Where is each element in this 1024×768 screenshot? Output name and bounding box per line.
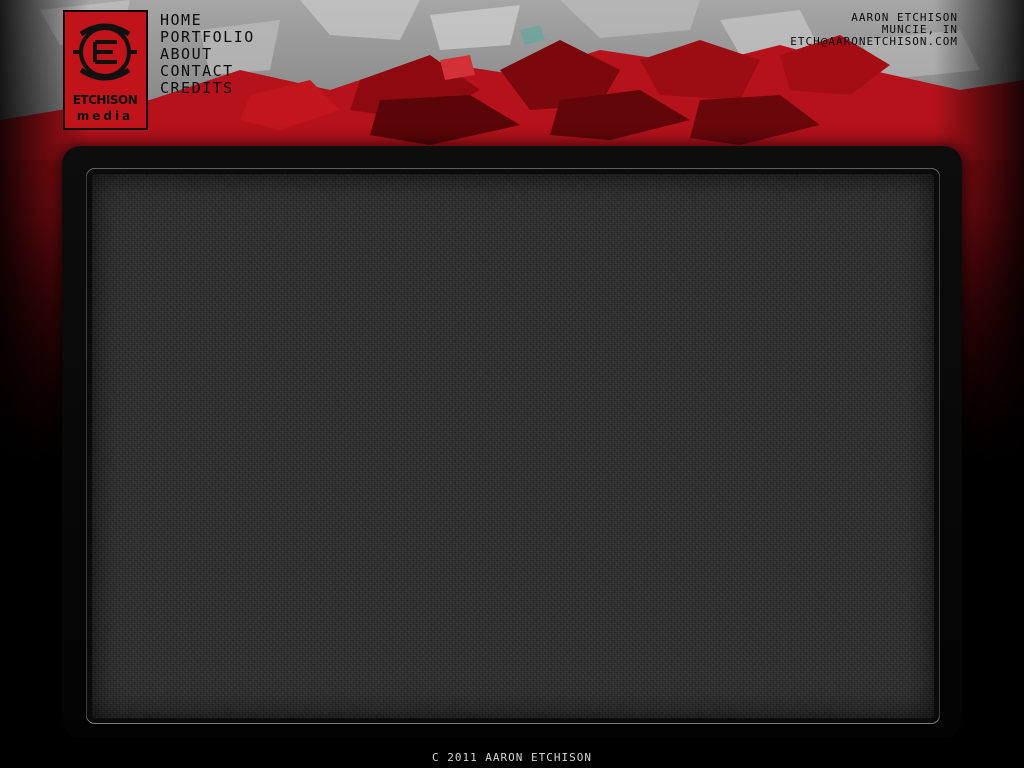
- main-content-area: [92, 174, 934, 718]
- nav-item-contact[interactable]: CONTACT: [160, 63, 255, 80]
- logo-title-bottom: media: [77, 109, 133, 123]
- nav-item-home[interactable]: HOME: [160, 12, 255, 29]
- footer-copyright: C 2011 AARON ETCHISON: [431, 751, 593, 764]
- nav-item-portfolio[interactable]: PORTFOLIO: [160, 29, 255, 46]
- nav-item-about[interactable]: ABOUT: [160, 46, 255, 63]
- page: ETCHISON media HOME PORTFOLIO ABOUT CONT…: [0, 0, 1024, 768]
- contact-info: AARON ETCHISON MUNCIE, IN ETCH@AARONETCH…: [790, 12, 958, 48]
- logo-title-top: ETCHISON: [73, 93, 138, 107]
- contact-email-link[interactable]: ETCH@AARONETCHISON.COM: [790, 36, 958, 48]
- main-navigation: HOME PORTFOLIO ABOUT CONTACT CREDITS: [160, 12, 255, 97]
- nav-item-credits[interactable]: CREDITS: [160, 80, 255, 97]
- logo-emblem-icon: ETCHISON media: [65, 12, 146, 128]
- etchison-media-logo[interactable]: ETCHISON media: [63, 10, 148, 130]
